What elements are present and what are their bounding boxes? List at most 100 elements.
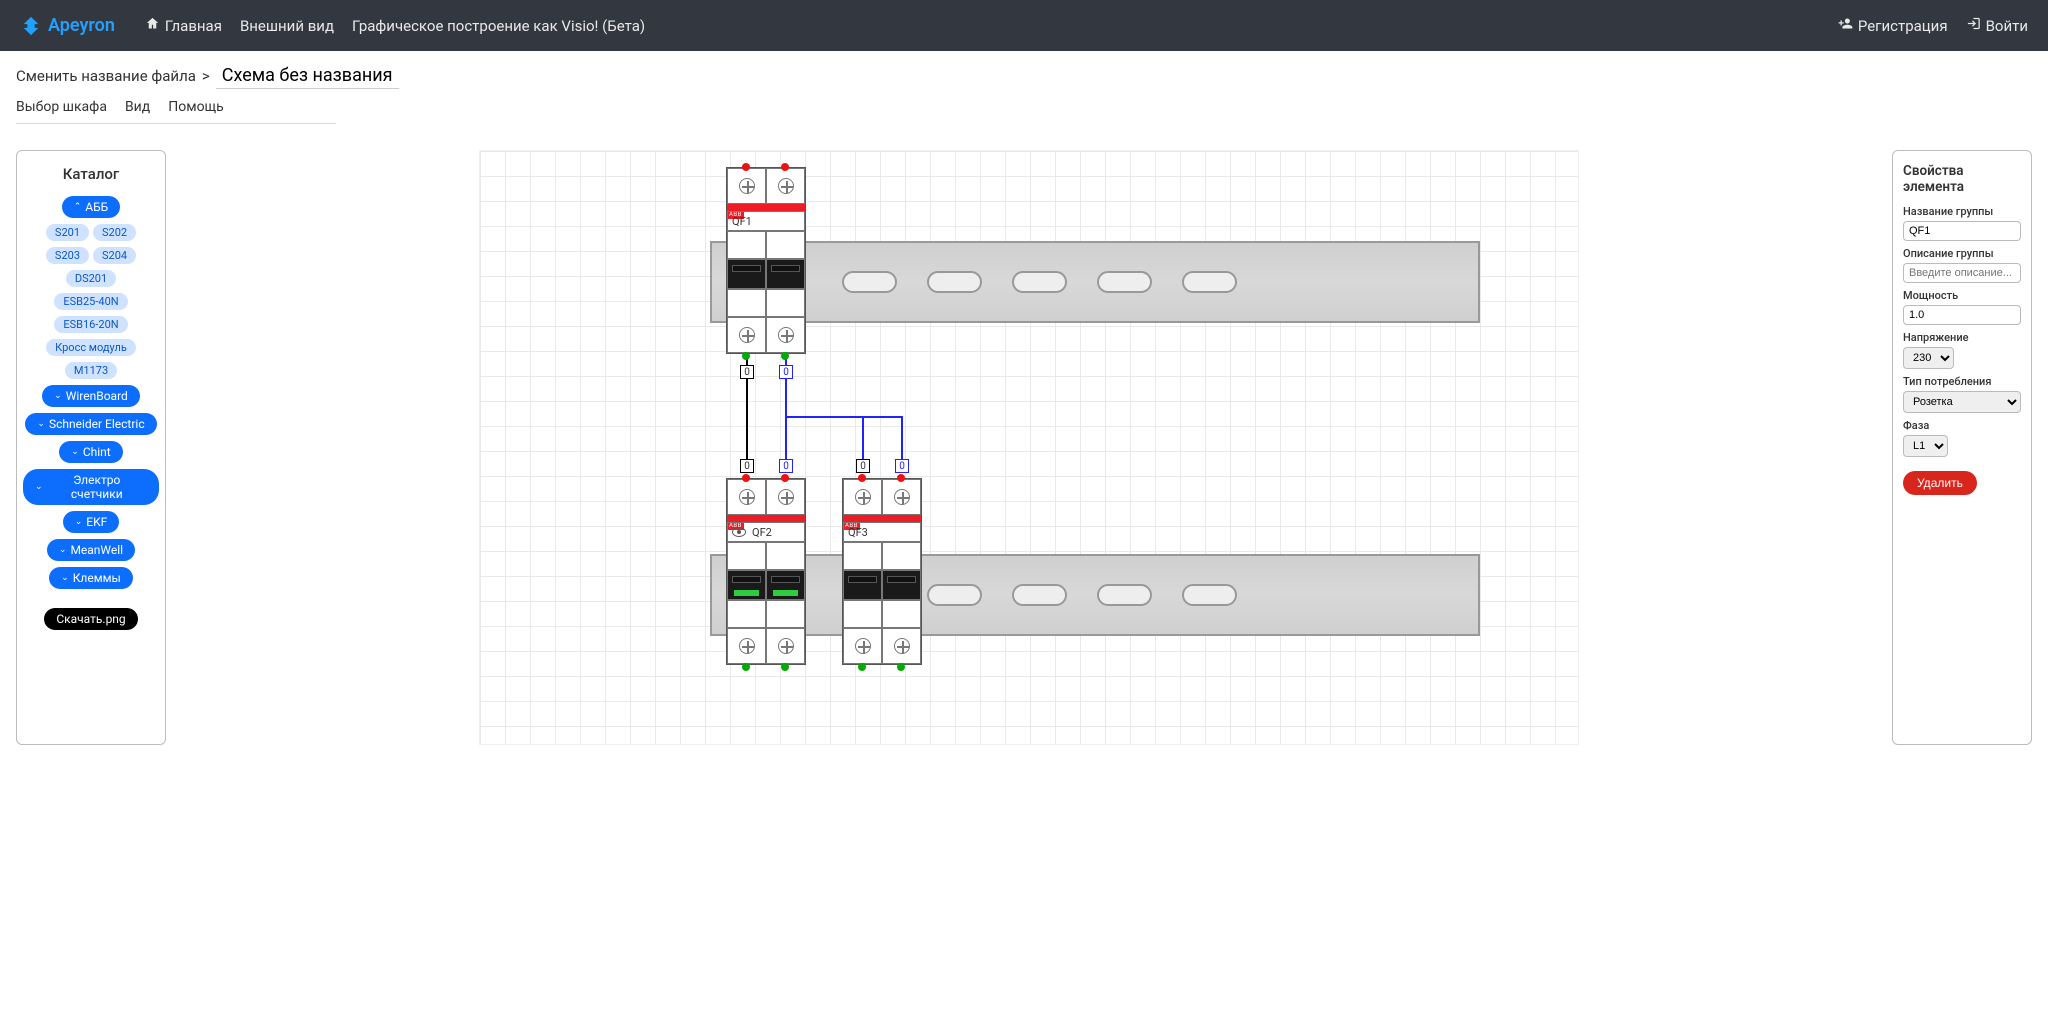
nav-visio[interactable]: Графическое построение как Visio! (Бета): [352, 16, 645, 35]
indicator-icon: [732, 527, 746, 537]
chevron-down-icon: ⌄: [61, 573, 69, 583]
chevron-down-icon: ⌄: [35, 482, 43, 492]
home-icon: [145, 16, 160, 35]
terminal-screw-icon: [855, 489, 871, 505]
phase-select[interactable]: L1 L2 L3: [1903, 435, 1948, 457]
terminal-screw-icon: [739, 489, 755, 505]
nav-appearance[interactable]: Внешний вид: [240, 16, 334, 35]
connector-dot: [742, 352, 750, 360]
catalog-item[interactable]: Кросс модуль: [46, 339, 136, 356]
person-add-icon: [1838, 16, 1853, 35]
chevron-down-icon: ⌄: [37, 419, 45, 429]
pin-label: 0: [740, 365, 754, 379]
auth-nav: Регистрация Войти: [1838, 16, 2028, 35]
properties-heading: Свойства элемента: [1903, 163, 2021, 195]
catalog-item[interactable]: ESB16-20N: [54, 316, 127, 333]
submenu-view[interactable]: Вид: [125, 99, 150, 115]
voltage-label: Напряжение: [1903, 331, 2021, 344]
connector-dot: [858, 663, 866, 671]
terminal-screw-icon: [739, 178, 755, 194]
catalog-group-meters[interactable]: ⌄Электро счетчики: [23, 469, 159, 505]
properties-panel: Свойства элемента Название группы Описан…: [1892, 150, 2032, 745]
description-label: Описание группы: [1903, 247, 2021, 260]
brand-text: Apeyron: [48, 15, 115, 36]
catalog-item[interactable]: M1173: [65, 362, 117, 379]
catalog-group-ekf[interactable]: ⌄EKF: [63, 511, 120, 533]
pin-label: 0: [779, 365, 793, 379]
module-label: QF2: [727, 522, 805, 542]
pin-label: 0: [740, 459, 754, 473]
terminal-screw-icon: [778, 178, 794, 194]
connector-dot: [897, 663, 905, 671]
connector-dot: [742, 163, 750, 171]
terminal-screw-icon: [855, 638, 871, 654]
connector-dot: [742, 474, 750, 482]
groupname-label: Название группы: [1903, 205, 2021, 218]
din-rail: [710, 241, 1480, 323]
module-qf3[interactable]: ABB QF3: [842, 478, 922, 665]
connector-dot: [781, 474, 789, 482]
description-input[interactable]: [1903, 263, 2021, 283]
catalog-group-chint[interactable]: ⌄Chint: [59, 441, 122, 463]
nav-home[interactable]: Главная: [145, 16, 222, 35]
catalog-item[interactable]: S202: [93, 224, 136, 241]
type-label: Тип потребления: [1903, 375, 2021, 388]
catalog-item[interactable]: DS201: [66, 270, 116, 287]
connector-dot: [897, 474, 905, 482]
catalog-item[interactable]: ESB25-40N: [54, 293, 127, 310]
chevron-right-icon: >: [202, 67, 210, 85]
terminal-screw-icon: [739, 638, 755, 654]
catalog-group-terminals[interactable]: ⌄Клеммы: [49, 567, 133, 589]
catalog-heading: Каталог: [63, 165, 119, 183]
logo-icon: [20, 15, 42, 37]
submenu-cabinet[interactable]: Выбор шкафа: [16, 99, 107, 115]
catalog-panel: Каталог ⌃АББ S201 S202 S203 S204 DS201 E…: [16, 150, 166, 745]
catalog-group-meanwell[interactable]: ⌄MeanWell: [47, 539, 135, 561]
canvas-wrap: ABB QF1 0 0 ABB QF2 0: [182, 150, 1876, 745]
type-select[interactable]: Розетка: [1903, 391, 2021, 413]
submenu-help[interactable]: Помощь: [168, 99, 224, 115]
filename-label: Сменить название файла: [16, 67, 196, 85]
catalog-item[interactable]: S203: [46, 247, 89, 264]
voltage-select[interactable]: 230 400: [1903, 347, 1954, 369]
terminal-screw-icon: [894, 489, 910, 505]
module-label: QF1: [727, 211, 805, 231]
title-area: Сменить название файла > Схема без назва…: [0, 51, 2048, 134]
nav-register[interactable]: Регистрация: [1838, 16, 1948, 35]
power-label: Мощность: [1903, 289, 2021, 302]
download-png-button[interactable]: Скачать.png: [44, 608, 137, 630]
terminal-screw-icon: [739, 327, 755, 343]
terminal-screw-icon: [894, 638, 910, 654]
catalog-group-schneider[interactable]: ⌄Schneider Electric: [25, 413, 156, 435]
catalog-group-abb[interactable]: ⌃АББ: [62, 196, 121, 218]
connector-dot: [781, 163, 789, 171]
catalog-item[interactable]: S201: [46, 224, 89, 241]
editor-submenu: Выбор шкафа Вид Помощь: [16, 99, 336, 124]
connector-dot: [742, 663, 750, 671]
chevron-down-icon: ⌄: [59, 545, 67, 555]
connector-dot: [858, 474, 866, 482]
groupname-input[interactable]: [1903, 221, 2021, 241]
chevron-down-icon: ⌄: [71, 447, 79, 457]
module-label: QF3: [843, 522, 921, 542]
phase-label: Фаза: [1903, 419, 2021, 432]
pin-label: 0: [779, 459, 793, 473]
pin-label: 0: [895, 459, 909, 473]
diagram-canvas[interactable]: ABB QF1 0 0 ABB QF2 0: [479, 150, 1579, 745]
terminal-screw-icon: [778, 638, 794, 654]
catalog-group-wirenboard[interactable]: ⌄WirenBoard: [42, 385, 140, 407]
delete-button[interactable]: Удалить: [1903, 471, 1977, 495]
logo[interactable]: Apeyron: [20, 15, 115, 37]
power-input[interactable]: [1903, 305, 2021, 325]
login-icon: [1966, 16, 1981, 35]
terminal-screw-icon: [778, 327, 794, 343]
connector-dot: [781, 663, 789, 671]
catalog-item[interactable]: S204: [93, 247, 136, 264]
nav-login[interactable]: Войти: [1966, 16, 2028, 35]
pin-label: 0: [856, 459, 870, 473]
module-qf2[interactable]: ABB QF2: [726, 478, 806, 665]
module-qf1[interactable]: ABB QF1: [726, 167, 806, 354]
din-rail: [710, 554, 1480, 636]
filename-input[interactable]: Схема без названия: [216, 65, 399, 89]
chevron-down-icon: ⌄: [54, 391, 62, 401]
